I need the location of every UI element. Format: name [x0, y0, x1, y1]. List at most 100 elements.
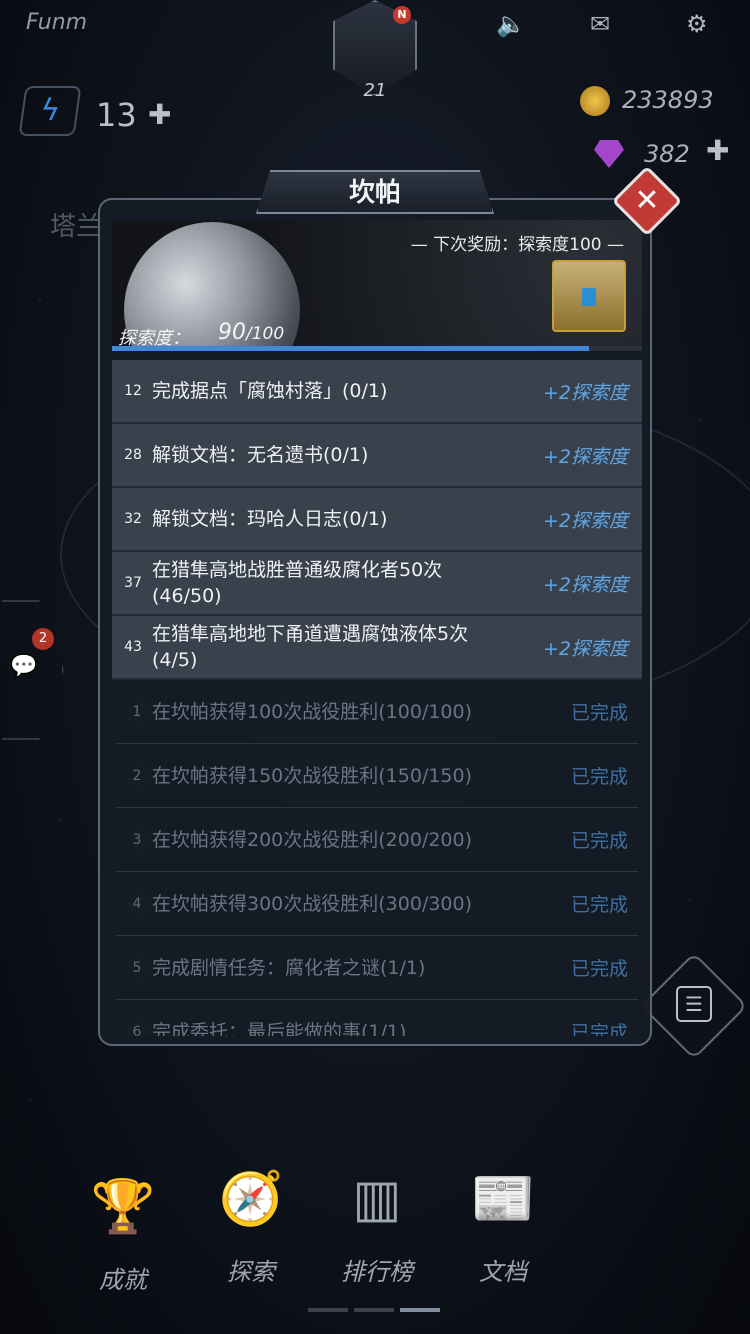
page-dot — [308, 1308, 348, 1312]
gold-coin-icon — [580, 86, 610, 116]
chat-icon[interactable]: 💬 — [10, 654, 37, 679]
energy-count: 13 — [96, 96, 137, 134]
task-row[interactable]: 2 在坎帕获得150次战役胜利(150/150) 已完成 — [116, 744, 638, 808]
task-row[interactable]: 6 完成委托：最后能做的事(1/1) 已完成 — [116, 1000, 638, 1037]
task-reward-label: +2探索度 — [542, 637, 628, 660]
task-number-badge: 4 — [124, 891, 150, 917]
task-reward-label: +2探索度 — [542, 573, 628, 596]
task-list[interactable]: 12 完成据点「腐蚀村落」(0/1) +2探索度 28 解锁文档：无名遗书(0/1) +2… — [112, 360, 642, 1036]
page-dot-active — [400, 1308, 440, 1312]
mail-icon[interactable]: ✉ — [590, 10, 610, 38]
task-description: 完成剧情任务：腐化者之谜(1/1) — [152, 956, 426, 979]
exploration-max: /100 — [246, 324, 285, 344]
nav-label: 探索 — [227, 1258, 275, 1286]
nav-achievements[interactable]: 🏆 成就 — [58, 1174, 188, 1295]
exploration-value: 90/100 — [218, 320, 284, 345]
page-indicator — [308, 1308, 440, 1312]
task-description: 在坎帕获得200次战役胜利(200/200) — [152, 828, 473, 851]
task-row[interactable]: 1 在坎帕获得100次战役胜利(100/100) 已完成 — [116, 680, 638, 744]
nav-label: 文档 — [479, 1258, 527, 1286]
exploration-current: 90 — [218, 320, 246, 345]
trophy-icon: 🏆 — [90, 1177, 156, 1237]
task-number-badge: 5 — [124, 955, 150, 981]
reward-chest-icon[interactable] — [552, 260, 626, 332]
task-number: 3 — [132, 831, 142, 848]
task-number-badge: 2 — [124, 763, 150, 789]
nav-label: 成就 — [99, 1266, 147, 1294]
gem-count: 382 — [644, 140, 690, 168]
task-number: 43 — [124, 639, 142, 655]
modal-title: 坎帕 — [348, 178, 401, 208]
task-row[interactable]: 5 完成剧情任务：腐化者之谜(1/1) 已完成 — [116, 936, 638, 1000]
task-number-badge: 28 — [120, 442, 146, 468]
task-number: 6 — [132, 1023, 142, 1037]
task-number-badge: 12 — [120, 378, 146, 404]
podium-icon: ▥ — [352, 1169, 402, 1229]
task-row[interactable]: 4 在坎帕获得300次战役胜利(300/300) 已完成 — [116, 872, 638, 936]
task-number-badge: 37 — [120, 570, 146, 596]
checklist-icon[interactable]: ☰ — [676, 986, 712, 1022]
task-row[interactable]: 3 在坎帕获得200次战役胜利(200/200) 已完成 — [116, 808, 638, 872]
next-reward-text: — 下次奖励：探索度100 — — [410, 235, 624, 255]
task-description: 解锁文档：玛哈人日志(0/1) — [152, 508, 388, 530]
task-description: 在坎帕获得150次战役胜利(150/150) — [152, 764, 473, 787]
gold-count: 233893 — [622, 86, 714, 114]
task-completed-label: 已完成 — [570, 830, 628, 852]
task-number: 1 — [132, 703, 142, 720]
player-level: 21 — [363, 80, 387, 101]
task-number: 12 — [124, 383, 142, 399]
task-description: 在猎隼高地战胜普通级腐化者50次(46/50) — [152, 559, 443, 607]
exploration-modal: — 下次奖励：探索度100 — 探索度： 90/100 12 完成据点「腐蚀村落」… — [98, 198, 652, 1046]
close-icon[interactable]: ✕ — [622, 176, 672, 226]
bottom-navigation: 🏆 成就 🧭 探索 ▥ 排行榜 📰 文档 — [0, 1160, 750, 1310]
task-number: 4 — [132, 895, 142, 912]
task-number-badge: 1 — [124, 699, 150, 725]
task-row[interactable]: 43 在猎隼高地地下甬道遭遇腐蚀液体5次(4/5) +2探索度 — [112, 616, 642, 680]
nav-leaderboard[interactable]: ▥ 排行榜 — [312, 1166, 442, 1287]
task-number-badge: 3 — [124, 827, 150, 853]
planet-banner: — 下次奖励：探索度100 — 探索度： 90/100 — [112, 220, 642, 350]
nav-label: 排行榜 — [341, 1258, 413, 1286]
task-number-badge: 43 — [120, 634, 146, 660]
task-number: 2 — [132, 767, 142, 784]
add-energy-icon[interactable]: ✚ — [148, 98, 171, 131]
task-description: 解锁文档：无名遗书(0/1) — [152, 444, 369, 466]
task-completed-label: 已完成 — [570, 958, 628, 980]
add-gems-icon[interactable]: ✚ — [706, 134, 729, 167]
task-number-badge: 32 — [120, 506, 146, 532]
task-description: 在猎隼高地地下甬道遭遇腐蚀液体5次(4/5) — [152, 623, 469, 671]
task-number-badge: 6 — [124, 1019, 150, 1037]
background-region-label: 塔兰 — [50, 212, 103, 242]
document-icon: 📰 — [470, 1169, 536, 1229]
gem-icon — [594, 140, 624, 168]
task-description: 在坎帕获得100次战役胜利(100/100) — [152, 700, 473, 723]
compass-icon: 🧭 — [218, 1169, 284, 1229]
page-dot — [354, 1308, 394, 1312]
energy-icon: ϟ — [18, 86, 82, 136]
task-description: 在坎帕获得300次战役胜利(300/300) — [152, 892, 473, 915]
exploration-progress-bar — [112, 346, 642, 351]
player-avatar[interactable]: N 21 — [333, 0, 417, 101]
task-row[interactable]: 28 解锁文档：无名遗书(0/1) +2探索度 — [112, 424, 642, 488]
task-row[interactable]: 37 在猎隼高地战胜普通级腐化者50次(46/50) +2探索度 — [112, 552, 642, 616]
nav-explore[interactable]: 🧭 探索 — [186, 1166, 316, 1287]
task-number: 5 — [132, 959, 142, 976]
task-number: 32 — [124, 511, 142, 527]
task-reward-label: +2探索度 — [542, 509, 628, 532]
task-description: 完成据点「腐蚀村落」(0/1) — [152, 380, 388, 402]
task-completed-label: 已完成 — [570, 1022, 628, 1036]
exploration-progress-fill — [112, 346, 589, 351]
task-row[interactable]: 12 完成据点「腐蚀村落」(0/1) +2探索度 — [112, 360, 642, 424]
task-row[interactable]: 32 解锁文档：玛哈人日志(0/1) +2探索度 — [112, 488, 642, 552]
task-number: 37 — [124, 575, 142, 591]
speaker-icon[interactable]: 🔈 — [496, 10, 526, 38]
task-completed-label: 已完成 — [570, 702, 628, 724]
task-completed-label: 已完成 — [570, 766, 628, 788]
task-completed-label: 已完成 — [570, 894, 628, 916]
task-reward-label: +2探索度 — [542, 381, 628, 404]
task-reward-label: +2探索度 — [542, 445, 628, 468]
task-number: 28 — [124, 447, 142, 463]
nav-documents[interactable]: 📰 文档 — [438, 1166, 568, 1287]
gear-icon[interactable]: ⚙ — [686, 10, 708, 38]
task-description: 完成委托：最后能做的事(1/1) — [152, 1020, 407, 1037]
